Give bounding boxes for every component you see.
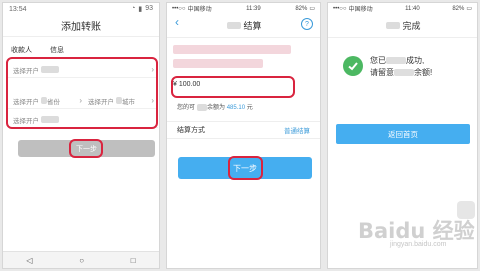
back-to-home-button[interactable]: 返回首页: [336, 124, 470, 144]
redacted-text: [386, 22, 401, 29]
wifi-icon: ◔: [131, 5, 136, 12]
redacted-text: [227, 22, 242, 29]
baidu-watermark-url: jingyan.baidu.com: [390, 241, 447, 248]
balance-prefix: 您的可: [177, 105, 196, 111]
page-title: 添加转账: [3, 15, 159, 37]
success-message: 您已 成功, 请留意 余额!: [370, 55, 432, 79]
page-title: 结算: [167, 14, 320, 38]
redacted-item: [173, 59, 263, 68]
success-line2-b: 余额!: [414, 68, 433, 77]
status-time: 11:39: [246, 5, 261, 12]
battery-icon: ▭: [466, 6, 472, 12]
balance-unit: 元: [246, 105, 253, 111]
status-time: 11:40: [405, 5, 420, 12]
success-line1-b: 成功,: [406, 56, 425, 65]
battery-level: 93: [145, 5, 153, 12]
battery-percent: 82%: [452, 5, 465, 12]
pay-method-label: 结算方式: [177, 127, 205, 134]
battery-percent: 82%: [295, 5, 308, 12]
carrier-name: 中国移动: [348, 7, 373, 13]
recipient-header: 收款人: [11, 47, 32, 54]
column-headers: 收款人 信息: [11, 45, 64, 55]
status-bar: •••○○ 中国移动 11:39 82% ▭: [167, 3, 320, 14]
highlight-box: [6, 57, 158, 129]
success-check-icon: [343, 56, 363, 76]
status-time: 13:54: [9, 5, 27, 13]
redacted-text: [386, 57, 406, 65]
page-title: 完成: [328, 14, 477, 38]
info-header: 信息: [50, 47, 64, 54]
redacted-item: [173, 45, 291, 54]
pay-method-value: 普通结算: [284, 128, 310, 135]
redacted-text: [394, 69, 414, 77]
phone-add-transfer: 13:54 ◔ ▮ 93 添加转账 收款人 信息 选择开户 › 选择开户 省份 …: [2, 2, 160, 269]
highlight-box: [228, 156, 263, 180]
android-nav-bar: ◁ ○ □: [3, 251, 159, 268]
carrier-name: 中国移动: [187, 7, 212, 13]
success-line1-a: 您已: [370, 56, 386, 65]
page-title-text: 完成: [402, 21, 421, 31]
back-triangle-icon[interactable]: ◁: [26, 256, 32, 265]
status-bar: •••○○ 中国移动 11:40 82% ▭: [328, 3, 477, 14]
success-line2-a: 请留意: [370, 68, 394, 77]
phone-checkout: •••○○ 中国移动 11:39 82% ▭ 结算 ‹ ? ¥ 100.00 您…: [166, 2, 321, 269]
status-bar: 13:54 ◔ ▮ 93: [3, 3, 159, 15]
signal-icon: ▮: [138, 6, 143, 13]
back-chevron-icon[interactable]: ‹: [175, 15, 179, 29]
page-title-text: 结算: [243, 21, 262, 31]
signal-dots-icon: •••○○: [333, 5, 347, 12]
highlight-box: [171, 76, 295, 98]
help-icon[interactable]: ?: [301, 18, 313, 30]
balance-value: 485.10: [226, 105, 246, 111]
highlight-box: [69, 139, 103, 158]
pay-method-row[interactable]: 结算方式 普通结算: [167, 121, 320, 139]
back-to-home-label: 返回首页: [388, 129, 418, 139]
signal-dots-icon: •••○○: [172, 5, 186, 12]
home-circle-icon[interactable]: ○: [79, 256, 84, 265]
battery-icon: ▭: [309, 6, 315, 12]
recent-square-icon[interactable]: □: [131, 256, 136, 265]
redacted-text: [197, 103, 208, 111]
balance-middle: 余额为: [207, 105, 226, 111]
balance-text: 您的可 余额为 485.10 元: [177, 102, 253, 111]
